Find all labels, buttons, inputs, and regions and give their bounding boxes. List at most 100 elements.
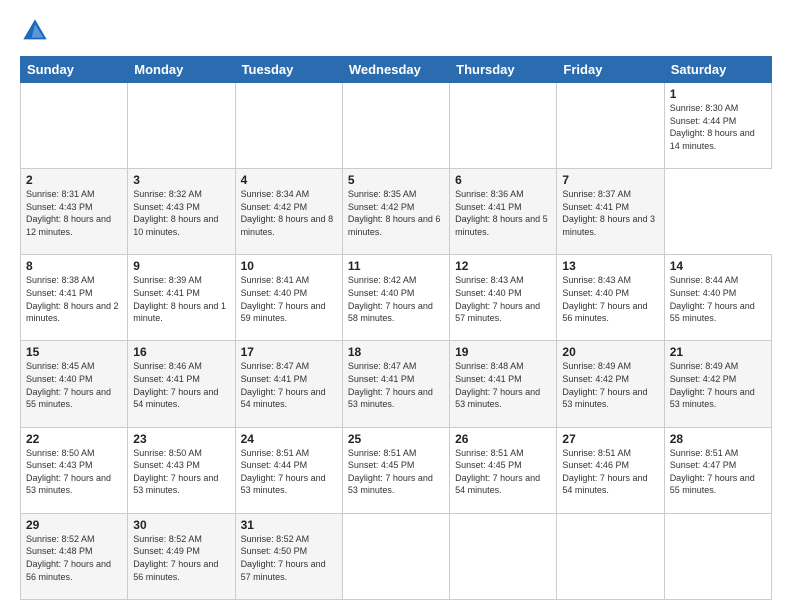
day-info: Sunrise: 8:46 AMSunset: 4:41 PMDaylight:… <box>133 361 218 409</box>
calendar-week-row: 2 Sunrise: 8:31 AMSunset: 4:43 PMDaylight… <box>21 169 772 255</box>
calendar-day-cell: 16 Sunrise: 8:46 AMSunset: 4:41 PMDayligh… <box>128 341 235 427</box>
day-number: 10 <box>241 259 337 273</box>
day-number: 11 <box>348 259 444 273</box>
day-info: Sunrise: 8:35 AMSunset: 4:42 PMDaylight:… <box>348 189 441 237</box>
day-number: 13 <box>562 259 658 273</box>
day-number: 9 <box>133 259 229 273</box>
day-number: 3 <box>133 173 229 187</box>
day-info: Sunrise: 8:30 AMSunset: 4:44 PMDaylight:… <box>670 103 755 151</box>
day-info: Sunrise: 8:48 AMSunset: 4:41 PMDaylight:… <box>455 361 540 409</box>
day-number: 18 <box>348 345 444 359</box>
day-info: Sunrise: 8:44 AMSunset: 4:40 PMDaylight:… <box>670 275 755 323</box>
day-info: Sunrise: 8:31 AMSunset: 4:43 PMDaylight:… <box>26 189 111 237</box>
day-info: Sunrise: 8:50 AMSunset: 4:43 PMDaylight:… <box>26 448 111 496</box>
day-info: Sunrise: 8:45 AMSunset: 4:40 PMDaylight:… <box>26 361 111 409</box>
calendar-day-cell: 18Sunrise: 8:47 AMSunset: 4:41 PMDayligh… <box>342 341 449 427</box>
day-info: Sunrise: 8:49 AMSunset: 4:42 PMDaylight:… <box>670 361 755 409</box>
day-info: Sunrise: 8:43 AMSunset: 4:40 PMDaylight:… <box>562 275 647 323</box>
day-info: Sunrise: 8:34 AMSunset: 4:42 PMDaylight:… <box>241 189 334 237</box>
calendar-day-cell: 4Sunrise: 8:34 AMSunset: 4:42 PMDaylight… <box>235 169 342 255</box>
calendar-table: SundayMondayTuesdayWednesdayThursdayFrid… <box>20 56 772 600</box>
calendar-day-cell: 20 Sunrise: 8:49 AMSunset: 4:42 PMDayligh… <box>557 341 664 427</box>
day-info: Sunrise: 8:51 AMSunset: 4:47 PMDaylight:… <box>670 448 755 496</box>
calendar-day-cell: 28 Sunrise: 8:51 AMSunset: 4:47 PMDayligh… <box>664 427 771 513</box>
day-info: Sunrise: 8:42 AMSunset: 4:40 PMDaylight:… <box>348 275 433 323</box>
day-number: 1 <box>670 87 766 101</box>
calendar-header-row: SundayMondayTuesdayWednesdayThursdayFrid… <box>21 57 772 83</box>
day-number: 15 <box>26 345 122 359</box>
day-number: 30 <box>133 518 229 532</box>
calendar-day-cell: 1 Sunrise: 8:30 AMSunset: 4:44 PMDaylight… <box>664 83 771 169</box>
empty-cell <box>450 83 557 169</box>
calendar-header-saturday: Saturday <box>664 57 771 83</box>
day-info: Sunrise: 8:51 AMSunset: 4:45 PMDaylight:… <box>348 448 433 496</box>
calendar-day-cell: 19 Sunrise: 8:48 AMSunset: 4:41 PMDayligh… <box>450 341 557 427</box>
day-number: 5 <box>348 173 444 187</box>
day-info: Sunrise: 8:51 AMSunset: 4:44 PMDaylight:… <box>241 448 326 496</box>
empty-cell <box>342 83 449 169</box>
calendar-day-cell: 21 Sunrise: 8:49 AMSunset: 4:42 PMDayligh… <box>664 341 771 427</box>
calendar-week-row: 29Sunrise: 8:52 AMSunset: 4:48 PMDayligh… <box>21 513 772 599</box>
calendar-day-cell: 7 Sunrise: 8:37 AMSunset: 4:41 PMDaylight… <box>557 169 664 255</box>
calendar-header-sunday: Sunday <box>21 57 128 83</box>
day-info: Sunrise: 8:47 AMSunset: 4:41 PMDaylight:… <box>241 361 326 409</box>
day-number: 12 <box>455 259 551 273</box>
calendar-header-thursday: Thursday <box>450 57 557 83</box>
calendar-day-cell: 3 Sunrise: 8:32 AMSunset: 4:43 PMDaylight… <box>128 169 235 255</box>
calendar-day-cell: 29Sunrise: 8:52 AMSunset: 4:48 PMDayligh… <box>21 513 128 599</box>
day-number: 28 <box>670 432 766 446</box>
calendar-day-cell: 11 Sunrise: 8:42 AMSunset: 4:40 PMDayligh… <box>342 255 449 341</box>
calendar-day-cell: 15 Sunrise: 8:45 AMSunset: 4:40 PMDayligh… <box>21 341 128 427</box>
day-number: 21 <box>670 345 766 359</box>
calendar-header-wednesday: Wednesday <box>342 57 449 83</box>
calendar-week-row: 1 Sunrise: 8:30 AMSunset: 4:44 PMDaylight… <box>21 83 772 169</box>
calendar-day-cell: 30Sunrise: 8:52 AMSunset: 4:49 PMDayligh… <box>128 513 235 599</box>
day-info: Sunrise: 8:37 AMSunset: 4:41 PMDaylight:… <box>562 189 655 237</box>
calendar-day-cell: 24 Sunrise: 8:51 AMSunset: 4:44 PMDayligh… <box>235 427 342 513</box>
calendar-day-cell: 8Sunrise: 8:38 AMSunset: 4:41 PMDaylight… <box>21 255 128 341</box>
calendar-day-cell: 22 Sunrise: 8:50 AMSunset: 4:43 PMDayligh… <box>21 427 128 513</box>
day-info: Sunrise: 8:39 AMSunset: 4:41 PMDaylight:… <box>133 275 226 323</box>
calendar-day-cell: 10Sunrise: 8:41 AMSunset: 4:40 PMDayligh… <box>235 255 342 341</box>
empty-cell <box>21 83 128 169</box>
calendar-day-cell: 26Sunrise: 8:51 AMSunset: 4:45 PMDayligh… <box>450 427 557 513</box>
day-number: 14 <box>670 259 766 273</box>
day-number: 2 <box>26 173 122 187</box>
calendar-day-cell: 2 Sunrise: 8:31 AMSunset: 4:43 PMDaylight… <box>21 169 128 255</box>
day-number: 6 <box>455 173 551 187</box>
empty-cell <box>557 513 664 599</box>
day-info: Sunrise: 8:43 AMSunset: 4:40 PMDaylight:… <box>455 275 540 323</box>
day-info: Sunrise: 8:49 AMSunset: 4:42 PMDaylight:… <box>562 361 647 409</box>
day-number: 25 <box>348 432 444 446</box>
calendar-week-row: 15 Sunrise: 8:45 AMSunset: 4:40 PMDayligh… <box>21 341 772 427</box>
empty-cell <box>235 83 342 169</box>
calendar-day-cell: 12 Sunrise: 8:43 AMSunset: 4:40 PMDayligh… <box>450 255 557 341</box>
empty-cell <box>342 513 449 599</box>
day-number: 29 <box>26 518 122 532</box>
calendar-day-cell: 9 Sunrise: 8:39 AMSunset: 4:41 PMDaylight… <box>128 255 235 341</box>
day-info: Sunrise: 8:32 AMSunset: 4:43 PMDaylight:… <box>133 189 218 237</box>
calendar-day-cell: 23Sunrise: 8:50 AMSunset: 4:43 PMDayligh… <box>128 427 235 513</box>
calendar-day-cell: 25 Sunrise: 8:51 AMSunset: 4:45 PMDayligh… <box>342 427 449 513</box>
day-number: 20 <box>562 345 658 359</box>
empty-cell <box>664 513 771 599</box>
day-number: 26 <box>455 432 551 446</box>
calendar-day-cell: 5 Sunrise: 8:35 AMSunset: 4:42 PMDaylight… <box>342 169 449 255</box>
day-number: 19 <box>455 345 551 359</box>
day-number: 24 <box>241 432 337 446</box>
header <box>20 16 772 46</box>
day-info: Sunrise: 8:36 AMSunset: 4:41 PMDaylight:… <box>455 189 548 237</box>
calendar-header-tuesday: Tuesday <box>235 57 342 83</box>
day-number: 7 <box>562 173 658 187</box>
day-number: 22 <box>26 432 122 446</box>
logo-icon <box>20 16 50 46</box>
day-info: Sunrise: 8:52 AMSunset: 4:50 PMDaylight:… <box>241 534 326 582</box>
day-number: 16 <box>133 345 229 359</box>
page: SundayMondayTuesdayWednesdayThursdayFrid… <box>0 0 792 612</box>
day-number: 31 <box>241 518 337 532</box>
calendar-day-cell: 13 Sunrise: 8:43 AMSunset: 4:40 PMDayligh… <box>557 255 664 341</box>
day-number: 27 <box>562 432 658 446</box>
calendar-header-monday: Monday <box>128 57 235 83</box>
calendar-header-friday: Friday <box>557 57 664 83</box>
calendar-day-cell: 27Sunrise: 8:51 AMSunset: 4:46 PMDayligh… <box>557 427 664 513</box>
